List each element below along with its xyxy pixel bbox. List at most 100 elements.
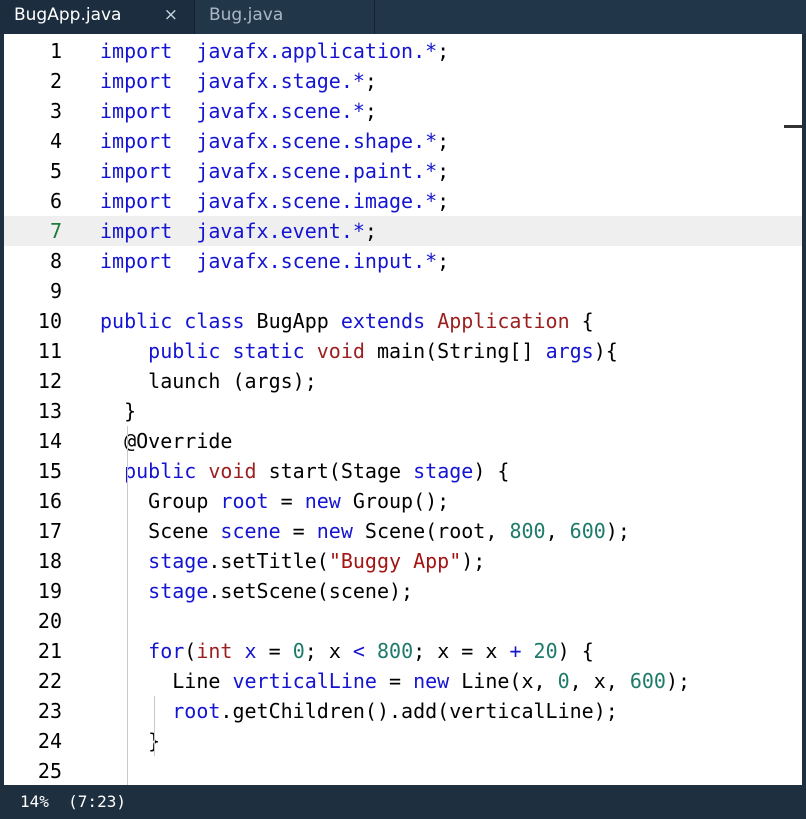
code-line[interactable]: 9 (4, 276, 802, 306)
code-text: public class BugApp extends Application … (100, 306, 594, 336)
indent-guide (127, 426, 128, 785)
code-token: ) { (557, 639, 594, 663)
code-token: 600 (629, 669, 666, 693)
code-line[interactable]: 20 (4, 606, 802, 636)
code-editor[interactable]: 1 import javafx.application.*; 2 import jav… (4, 34, 802, 785)
code-token: ; (437, 129, 450, 153)
code-line[interactable]: 2 import javafx.stage.*; (4, 66, 802, 96)
code-token: class (184, 309, 245, 333)
code-token: = (280, 519, 317, 543)
code-token: new (413, 669, 450, 693)
code-token: new (316, 519, 353, 543)
code-token: stage (413, 459, 474, 483)
code-token: import (100, 69, 173, 93)
code-line[interactable]: 24 } (4, 726, 802, 756)
code-text: } (100, 396, 136, 426)
code-token: stage (148, 549, 209, 573)
code-line[interactable]: 18 stage.setTitle("Buggy App"); (4, 546, 802, 576)
code-token: ; (364, 219, 377, 243)
code-token: Group(); (340, 489, 450, 513)
code-token: + (509, 639, 522, 663)
code-token: javafx.stage.* (196, 69, 365, 93)
code-line[interactable]: 19 stage.setScene(scene); (4, 576, 802, 606)
code-text: Scene scene = new Scene(root, 800, 600); (100, 516, 630, 546)
code-token: import (100, 219, 173, 243)
code-line[interactable]: 3 import javafx.scene.*; (4, 96, 802, 126)
code-token: 0 (292, 639, 305, 663)
line-number: 4 (49, 129, 62, 153)
code-token: Group (100, 489, 221, 513)
code-line[interactable]: 11 public static void main(String[] args… (4, 336, 802, 366)
tab-bug-java[interactable]: Bug.java (195, 0, 375, 34)
code-token: 800 (509, 519, 546, 543)
code-token: import (100, 159, 173, 183)
code-token: } (100, 399, 137, 423)
code-token: .getChildren().add(verticalLine); (220, 699, 618, 723)
code-token: javafx.scene.image.* (196, 189, 438, 213)
code-line[interactable]: 25 (4, 756, 802, 785)
code-text: import javafx.event.*; (100, 216, 377, 246)
code-token: javafx.scene.input.* (196, 249, 438, 273)
code-text: for(int x = 0; x < 800; x = x + 20) { (100, 636, 594, 666)
code-token: ; x (304, 639, 353, 663)
code-line[interactable]: 13 } (4, 396, 802, 426)
tab-label: Bug.java (209, 5, 284, 25)
code-line[interactable]: 1 import javafx.application.*; (4, 36, 802, 66)
code-line[interactable]: 10 public class BugApp extends Applicatio… (4, 306, 802, 336)
code-token: main(String[] (364, 339, 546, 363)
line-number: 14 (37, 429, 62, 453)
code-token: ; x = x (413, 639, 510, 663)
code-line[interactable]: 23 root.getChildren().add(verticalLine); (4, 696, 802, 726)
code-token: javafx.application.* (196, 39, 438, 63)
code-token: @Override (100, 429, 233, 453)
code-token: javafx.scene.paint.* (196, 159, 438, 183)
code-token: ); (461, 549, 486, 573)
code-token: start(Stage (256, 459, 414, 483)
code-token: ; (437, 39, 450, 63)
code-token: = (268, 489, 305, 513)
line-number: 7 (49, 219, 62, 243)
code-line[interactable]: 6 import javafx.scene.image.*; (4, 186, 802, 216)
line-number: 13 (37, 399, 62, 423)
code-line[interactable]: 15 public void start(Stage stage) { (4, 456, 802, 486)
code-line[interactable]: 8 import javafx.scene.input.*; (4, 246, 802, 276)
code-token: public (148, 339, 221, 363)
code-line[interactable]: 16 Group root = new Group(); (4, 486, 802, 516)
code-line[interactable]: 17 Scene scene = new Scene(root, 800, 60… (4, 516, 802, 546)
code-text: import javafx.scene.input.*; (100, 246, 449, 276)
code-token: public (124, 459, 197, 483)
code-line[interactable]: 4 import javafx.scene.shape.*; (4, 126, 802, 156)
code-line[interactable]: 7 import javafx.event.*; (4, 216, 802, 246)
code-text: public static void main(String[] args){ (100, 336, 618, 366)
code-token: < (352, 639, 365, 663)
close-icon[interactable]: × (164, 0, 178, 31)
line-number: 6 (49, 189, 62, 213)
code-line[interactable]: 12 launch (args); (4, 366, 802, 396)
line-number: 8 (49, 249, 62, 273)
line-number: 17 (37, 519, 62, 543)
line-number: 5 (49, 159, 62, 183)
code-line[interactable]: 5 import javafx.scene.paint.*; (4, 156, 802, 186)
tab-bugapp-java[interactable]: BugApp.java × (0, 0, 195, 34)
code-line[interactable]: 21 for(int x = 0; x < 800; x = x + 20) { (4, 636, 802, 666)
code-line[interactable]: 14 @Override (4, 426, 802, 456)
line-number: 11 (37, 339, 62, 363)
code-text: import javafx.stage.*; (100, 66, 377, 96)
code-token: ; (437, 159, 450, 183)
code-token: { (569, 309, 594, 333)
code-token: verticalLine (232, 669, 377, 693)
code-token: javafx.scene.* (196, 99, 365, 123)
code-line[interactable]: 22 Line verticalLine = new Line(x, 0, x,… (4, 666, 802, 696)
line-number: 12 (37, 369, 62, 393)
code-token: root (172, 699, 221, 723)
code-text: import javafx.scene.shape.*; (100, 126, 449, 156)
